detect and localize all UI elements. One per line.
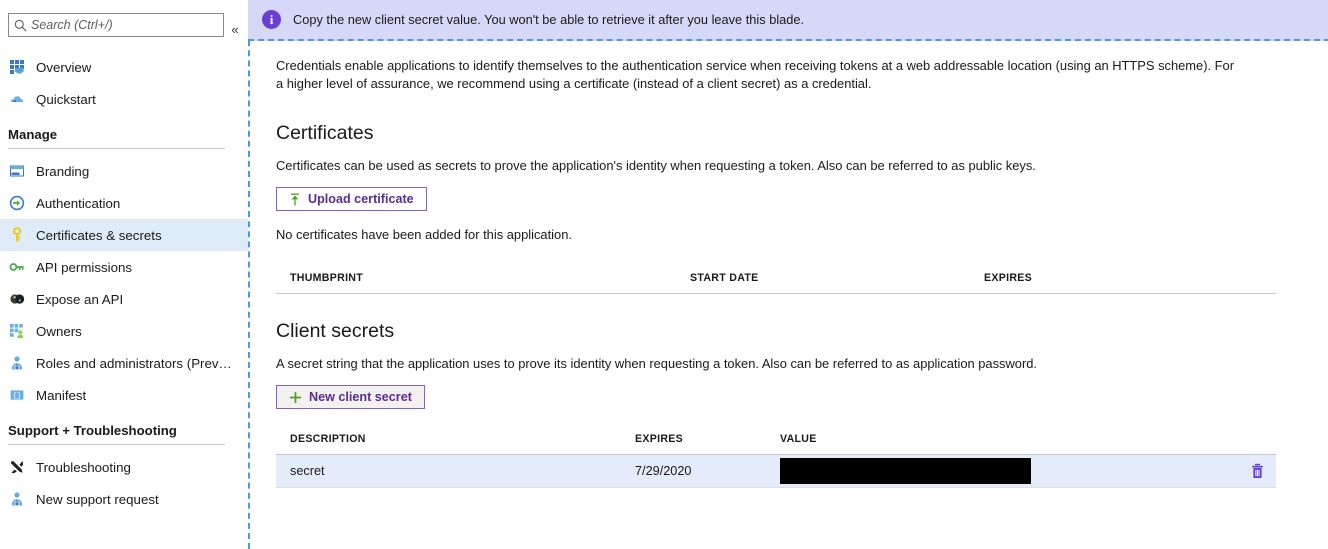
azure-portal-blade: « Overview	[0, 0, 1328, 549]
sidebar-section-support: Support + Troubleshooting	[0, 423, 248, 445]
sidebar-search-row: «	[0, 13, 248, 37]
quickstart-cloud-icon	[8, 90, 26, 108]
upload-certificate-label: Upload certificate	[308, 192, 414, 206]
column-header-description: DESCRIPTION	[290, 433, 366, 445]
credentials-intro-text: Credentials enable applications to ident…	[276, 58, 1235, 91]
sidebar-item-expose-an-api[interactable]: Expose an API	[0, 283, 248, 315]
redacted-secret-value	[780, 458, 1031, 484]
sidebar-item-manifest[interactable]: {} Manifest	[0, 379, 248, 411]
sidebar-item-label: Manifest	[36, 387, 87, 403]
delete-secret-button[interactable]	[1248, 462, 1266, 480]
client-secrets-table: DESCRIPTION EXPIRES VALUE secret 7/29/20…	[276, 429, 1276, 488]
search-icon	[9, 19, 31, 32]
sidebar-item-new-support-request[interactable]: New support request	[0, 483, 248, 515]
sidebar-item-troubleshooting[interactable]: Troubleshooting	[0, 451, 248, 483]
overview-grid-icon	[8, 58, 26, 76]
cell-actions	[1166, 462, 1276, 480]
sidebar-item-label: Troubleshooting	[36, 459, 131, 475]
sidebar-nav-top: Overview Quickstart	[0, 51, 248, 115]
authentication-arrow-icon	[8, 194, 26, 212]
sidebar-item-label: Expose an API	[36, 291, 124, 307]
sidebar-section-title: Support + Troubleshooting	[8, 423, 177, 438]
certificates-heading: Certificates	[276, 122, 374, 144]
cell-value	[766, 458, 1166, 484]
sidebar: « Overview	[0, 0, 248, 549]
sidebar-item-quickstart[interactable]: Quickstart	[0, 83, 248, 115]
sidebar-item-label: Certificates & secrets	[36, 227, 162, 243]
certificates-table-header: THUMBPRINT START DATE EXPIRES	[276, 268, 1276, 294]
owners-grid-icon	[8, 322, 26, 340]
sidebar-item-owners[interactable]: Owners	[0, 315, 248, 347]
column-header-expires: EXPIRES	[984, 272, 1033, 284]
sidebar-item-label: Quickstart	[36, 91, 96, 107]
expose-api-icon	[8, 290, 26, 308]
sidebar-item-branding[interactable]: Branding	[0, 155, 248, 187]
plus-icon	[289, 391, 302, 404]
sidebar-item-label: Owners	[36, 323, 82, 339]
key-icon	[8, 226, 26, 244]
search-box[interactable]	[8, 13, 224, 37]
table-row[interactable]: secret 7/29/2020	[276, 455, 1276, 488]
support-person-icon	[8, 490, 26, 508]
sidebar-item-authentication[interactable]: Authentication	[0, 187, 248, 219]
sidebar-nav-manage: Branding Authentication Certificates & s…	[0, 155, 248, 411]
client-secrets-table-header: DESCRIPTION EXPIRES VALUE	[276, 429, 1276, 455]
cell-description: secret	[290, 464, 325, 478]
sidebar-item-api-permissions[interactable]: API permissions	[0, 251, 248, 283]
divider	[8, 444, 225, 445]
upload-certificate-button[interactable]: Upload certificate	[276, 187, 427, 211]
column-header-value: VALUE	[780, 433, 817, 445]
sidebar-item-label: Overview	[36, 59, 92, 75]
sidebar-item-label: Authentication	[36, 195, 121, 211]
column-header-expires: EXPIRES	[635, 433, 684, 445]
troubleshooting-tools-icon	[8, 458, 26, 476]
svg-text:{}: {}	[13, 393, 21, 401]
column-header-start-date: START DATE	[690, 272, 759, 284]
collapse-sidebar-button[interactable]: «	[226, 21, 244, 39]
sidebar-section-manage: Manage	[0, 127, 248, 149]
cell-expires: 7/29/2020	[635, 464, 692, 478]
manifest-icon: {}	[8, 386, 26, 404]
sidebar-section-title: Manage	[8, 127, 58, 142]
sidebar-item-overview[interactable]: Overview	[0, 51, 248, 83]
info-banner-text: Copy the new client secret value. You wo…	[293, 12, 805, 27]
trash-icon	[1250, 463, 1265, 479]
content-panel: i Copy the new client secret value. You …	[248, 0, 1328, 549]
sidebar-item-label: Branding	[36, 163, 90, 179]
new-client-secret-button[interactable]: New client secret	[276, 385, 425, 409]
client-secrets-description: A secret string that the application use…	[276, 356, 1037, 371]
sidebar-item-certificates-and-secrets[interactable]: Certificates & secrets	[0, 219, 248, 251]
certificates-empty-note: No certificates have been added for this…	[276, 227, 572, 242]
column-header-thumbprint: THUMBPRINT	[290, 272, 364, 284]
new-client-secret-label: New client secret	[309, 390, 412, 404]
roles-person-icon	[8, 354, 26, 372]
branding-window-icon	[8, 162, 26, 180]
certificates-description: Certificates can be used as secrets to p…	[276, 158, 1036, 173]
search-input[interactable]	[31, 18, 216, 32]
sidebar-item-label: API permissions	[36, 259, 133, 275]
info-banner: i Copy the new client secret value. You …	[248, 0, 1328, 41]
content-body: Credentials enable applications to ident…	[250, 0, 1328, 488]
info-icon: i	[262, 10, 281, 29]
upload-arrow-icon	[289, 193, 301, 206]
sidebar-item-label: New support request	[36, 491, 159, 507]
certificates-table: THUMBPRINT START DATE EXPIRES	[276, 268, 1276, 294]
sidebar-item-label: Roles and administrators (Previ...	[36, 355, 232, 371]
client-secrets-heading: Client secrets	[276, 320, 395, 342]
sidebar-nav-support: Troubleshooting New support request	[0, 451, 248, 515]
sidebar-item-roles-and-administrators[interactable]: Roles and administrators (Previ...	[0, 347, 248, 379]
divider	[8, 148, 225, 149]
api-permissions-key-icon	[8, 258, 26, 276]
